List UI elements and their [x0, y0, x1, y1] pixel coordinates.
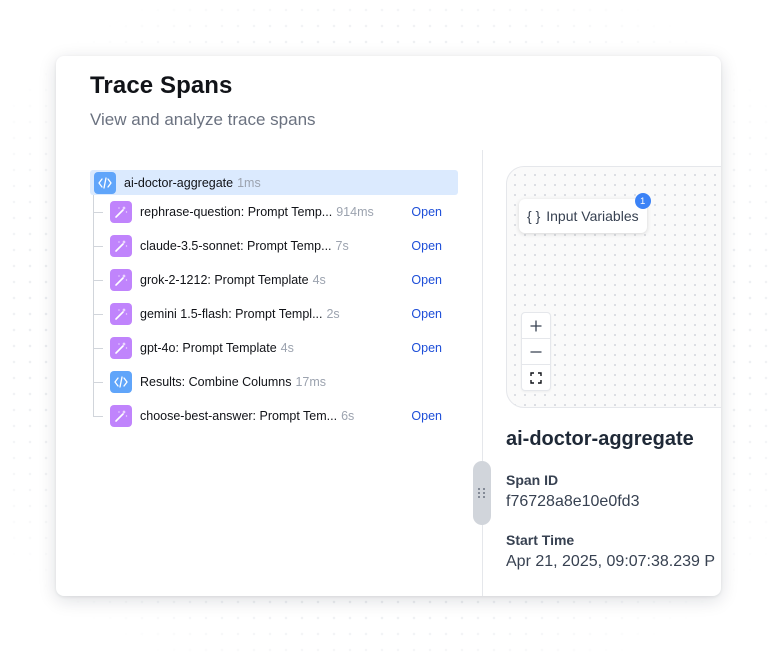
panel-divider: [482, 150, 483, 596]
code-icon: [94, 171, 116, 194]
span-name: gpt-4o: Prompt Template: [140, 341, 277, 355]
span-duration: 2s: [326, 307, 340, 321]
span-name: claude-3.5-sonnet: Prompt Temp...: [140, 239, 332, 253]
span-name: grok-2-1212: Prompt Template: [140, 273, 309, 287]
fit-view-button[interactable]: [522, 365, 550, 390]
start-time-label: Start Time: [506, 532, 575, 548]
span-name: ai-doctor-aggregate: [124, 175, 234, 190]
span-duration: 1ms: [237, 175, 261, 190]
page-title: Trace Spans: [90, 72, 233, 99]
magic-wand-icon: [110, 201, 132, 223]
braces-icon: { }: [527, 208, 541, 224]
span-tree: ai-doctor-aggregate 1ms rephrase-questio…: [90, 170, 458, 433]
tree-branch-line: [93, 416, 103, 417]
tree-row[interactable]: Results: Combine Columns 17ms: [90, 365, 458, 399]
span-duration: 4s: [312, 273, 326, 287]
tree-row[interactable]: choose-best-answer: Prompt Tem... 6s Ope…: [90, 399, 458, 433]
span-duration: 7s: [335, 239, 349, 253]
zoom-in-button[interactable]: [522, 313, 550, 339]
span-name: Results: Combine Columns: [140, 375, 292, 389]
resize-handle[interactable]: [473, 461, 491, 525]
node-label: Input Variables: [546, 208, 639, 224]
tree-row[interactable]: grok-2-1212: Prompt Template 4s Open: [90, 263, 458, 297]
tree-row[interactable]: claude-3.5-sonnet: Prompt Temp... 7s Ope…: [90, 229, 458, 263]
span-detail-title: ai-doctor-aggregate: [506, 428, 694, 450]
tree-branch-line: [93, 246, 103, 247]
tree-row[interactable]: gpt-4o: Prompt Template 4s Open: [90, 331, 458, 365]
code-icon: [110, 371, 132, 393]
tree-branch-line: [93, 382, 103, 383]
magic-wand-icon: [110, 269, 132, 291]
span-duration: 17ms: [295, 375, 327, 389]
plus-icon: [530, 319, 542, 332]
magic-wand-icon: [110, 337, 132, 359]
tree-branch-line: [93, 212, 103, 213]
open-link[interactable]: Open: [411, 341, 442, 355]
span-id-value: f76728a8e10e0fd3: [506, 493, 640, 510]
zoom-out-button[interactable]: [522, 339, 550, 365]
flow-canvas[interactable]: { } Input Variables 1: [506, 166, 721, 408]
open-link[interactable]: Open: [411, 205, 442, 219]
grip-icon: [478, 488, 486, 498]
tree-branch-line: [93, 314, 103, 315]
trace-spans-card: Trace Spans View and analyze trace spans…: [56, 56, 721, 596]
page-subtitle: View and analyze trace spans: [90, 110, 316, 129]
span-id-label: Span ID: [506, 472, 559, 488]
span-duration: 4s: [280, 341, 294, 355]
open-link[interactable]: Open: [411, 307, 442, 321]
open-link[interactable]: Open: [411, 409, 442, 423]
span-name: gemini 1.5-flash: Prompt Templ...: [140, 307, 323, 321]
magic-wand-icon: [110, 235, 132, 257]
span-duration: 6s: [341, 409, 355, 423]
tree-root-row[interactable]: ai-doctor-aggregate 1ms: [90, 170, 458, 195]
input-variables-node[interactable]: { } Input Variables 1: [519, 193, 651, 233]
tree-branch-line: [93, 348, 103, 349]
start-time-value: Apr 21, 2025, 09:07:38.239 P: [506, 553, 716, 570]
zoom-controls: [521, 312, 551, 391]
magic-wand-icon: [110, 303, 132, 325]
fit-view-icon: [530, 371, 542, 384]
minus-icon: [530, 350, 542, 353]
span-children: rephrase-question: Prompt Temp... 914ms …: [90, 195, 458, 433]
open-link[interactable]: Open: [411, 239, 442, 253]
span-duration: 914ms: [336, 205, 374, 219]
tree-branch-line: [93, 280, 103, 281]
tree-row[interactable]: gemini 1.5-flash: Prompt Templ... 2s Ope…: [90, 297, 458, 331]
open-link[interactable]: Open: [411, 273, 442, 287]
span-name: rephrase-question: Prompt Temp...: [140, 205, 333, 219]
count-badge: 1: [634, 193, 651, 209]
span-name: choose-best-answer: Prompt Tem...: [140, 409, 338, 423]
tree-row[interactable]: rephrase-question: Prompt Temp... 914ms …: [90, 195, 458, 229]
magic-wand-icon: [110, 405, 132, 427]
